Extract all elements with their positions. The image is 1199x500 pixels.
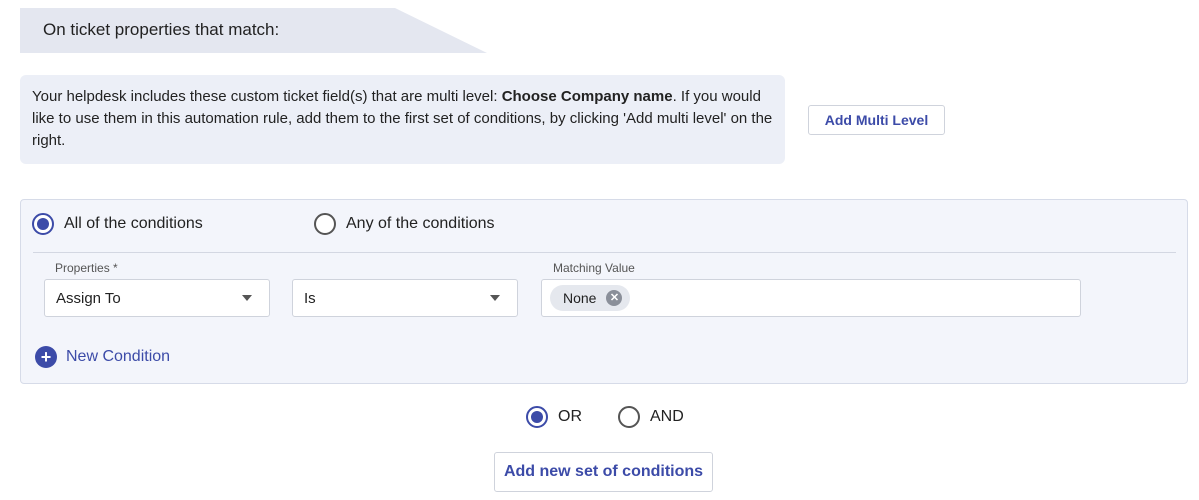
property-select[interactable]: Assign To (44, 279, 270, 317)
chevron-down-icon (490, 295, 500, 301)
radio-any-conditions[interactable]: Any of the conditions (314, 213, 495, 235)
multi-level-info-box: Your helpdesk includes these custom tick… (20, 75, 785, 164)
matching-value-label: Matching Value (553, 261, 635, 275)
add-multi-level-button[interactable]: Add Multi Level (808, 105, 945, 135)
radio-circle (526, 406, 548, 428)
matching-value-input[interactable]: None ✕ (541, 279, 1081, 317)
operator-select[interactable]: Is (292, 279, 518, 317)
radio-label: All of the conditions (64, 215, 203, 232)
property-select-value: Assign To (56, 289, 121, 307)
radio-or[interactable]: OR (526, 406, 582, 428)
chevron-down-icon (242, 295, 252, 301)
radio-all-conditions[interactable]: All of the conditions (32, 213, 203, 235)
radio-label: Any of the conditions (346, 215, 495, 232)
condition-set-panel: All of the conditions Any of the conditi… (20, 199, 1188, 384)
plus-icon: + (35, 346, 57, 368)
info-field-name: Choose Company name (501, 88, 673, 105)
radio-label: AND (650, 408, 684, 425)
divider (33, 252, 1176, 253)
info-text-before: Your helpdesk includes these custom tick… (32, 88, 502, 105)
properties-label: Properties * (55, 261, 118, 275)
radio-label: OR (558, 408, 582, 425)
new-condition-button[interactable]: + New Condition (35, 346, 170, 368)
operator-select-value: Is (304, 289, 316, 307)
new-condition-label: New Condition (66, 348, 171, 365)
value-chip: None ✕ (550, 285, 631, 311)
radio-circle (618, 406, 640, 428)
radio-and[interactable]: AND (618, 406, 684, 428)
radio-circle (314, 213, 336, 235)
radio-circle (32, 213, 54, 235)
close-icon[interactable]: ✕ (606, 290, 623, 306)
value-chip-label: None (563, 290, 597, 306)
section-header: On ticket properties that match: (20, 8, 487, 53)
section-title: On ticket properties that match: (43, 20, 280, 39)
add-new-condition-set-button[interactable]: Add new set of conditions (494, 452, 713, 492)
